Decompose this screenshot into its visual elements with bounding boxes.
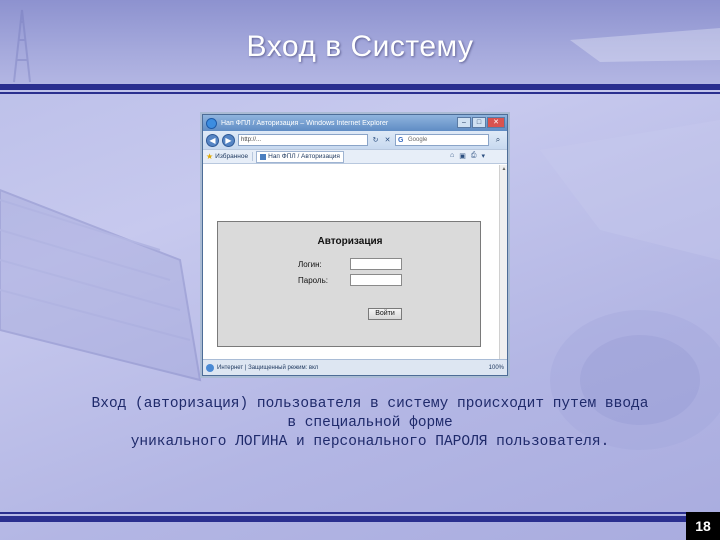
- search-input[interactable]: G Google: [395, 134, 489, 146]
- scroll-up-icon[interactable]: ▲: [500, 165, 508, 173]
- status-right: 100%: [489, 365, 504, 371]
- caption-line-3: уникального ЛОГИНА и персонального ПАРОЛ…: [130, 434, 610, 450]
- bottom-rule: [0, 516, 720, 522]
- page-number: 18: [686, 512, 720, 540]
- tab-bar: ★ Избранное Нап ФПЛ / Авторизация ⌂ ▣ ⎙ …: [203, 149, 507, 164]
- tab-active[interactable]: Нап ФПЛ / Авторизация: [256, 150, 344, 163]
- login-input[interactable]: [350, 258, 402, 270]
- browser-window: Нап ФПЛ / Авторизация – Windows Internet…: [202, 114, 508, 376]
- caption-line-1: Вход (авторизация) пользователя в систем…: [91, 396, 649, 412]
- zoom-level[interactable]: 100%: [489, 365, 504, 371]
- password-input[interactable]: [350, 274, 402, 286]
- bottom-rule-thin: [0, 512, 720, 514]
- page-favicon-icon: [260, 153, 267, 160]
- status-text: Интернет | Защищенный режим: вкл: [217, 364, 319, 371]
- maximize-button[interactable]: □: [472, 117, 486, 128]
- login-panel: Авторизация Логин: Пароль: Войти: [217, 221, 481, 347]
- star-icon: ★: [206, 152, 214, 161]
- login-submit-button[interactable]: Войти: [368, 308, 402, 320]
- page-content: Авторизация Логин: Пароль: Войти ▲: [203, 165, 507, 359]
- browser-titlebar: Нап ФПЛ / Авторизация – Windows Internet…: [203, 115, 507, 131]
- home-icon[interactable]: ⌂: [450, 152, 454, 160]
- login-label: Логин:: [298, 260, 322, 269]
- slide-title: Вход в Систему: [246, 30, 474, 63]
- feed-icon[interactable]: ▣: [459, 152, 466, 160]
- vertical-scrollbar[interactable]: ▲: [499, 165, 507, 359]
- tab-label: Нап ФПЛ / Авторизация: [268, 152, 340, 160]
- login-title: Авторизация: [317, 236, 383, 247]
- caption-line-2: в специальной форме: [287, 415, 453, 431]
- window-controls: – □ ✕: [457, 117, 505, 128]
- refresh-icon[interactable]: ↻: [371, 136, 380, 145]
- page-icon[interactable]: ▾: [481, 152, 485, 160]
- favorites-label: Избранное: [215, 153, 249, 160]
- ie-logo-icon: [206, 117, 217, 129]
- print-icon[interactable]: ⎙: [471, 152, 477, 160]
- stop-icon[interactable]: ✕: [383, 136, 392, 145]
- forward-icon[interactable]: ▶: [222, 133, 235, 147]
- favorites-button[interactable]: ★ Избранное: [206, 152, 254, 161]
- search-icon[interactable]: ⌕: [492, 134, 504, 146]
- url-input[interactable]: http://...: [238, 134, 368, 146]
- close-button[interactable]: ✕: [487, 117, 505, 128]
- search-placeholder: Google: [408, 137, 428, 143]
- window-title: Нап ФПЛ / Авторизация – Windows Internet…: [221, 119, 389, 127]
- back-icon[interactable]: ◀: [206, 133, 219, 147]
- top-rule-thin: [0, 92, 720, 94]
- search-provider-icon: G: [398, 137, 404, 144]
- address-bar: ◀ ▶ http://... ↻ ✕ G Google ⌕: [203, 131, 507, 149]
- slide-caption: Вход (авторизация) пользователя в систем…: [60, 395, 680, 452]
- password-label: Пароль:: [298, 276, 328, 285]
- globe-icon: [206, 363, 214, 372]
- status-bar: Интернет | Защищенный режим: вкл 100%: [203, 359, 507, 375]
- minimize-button[interactable]: –: [457, 117, 471, 128]
- top-rule: [0, 84, 720, 90]
- command-bar: ⌂ ▣ ⎙ ▾: [450, 152, 485, 160]
